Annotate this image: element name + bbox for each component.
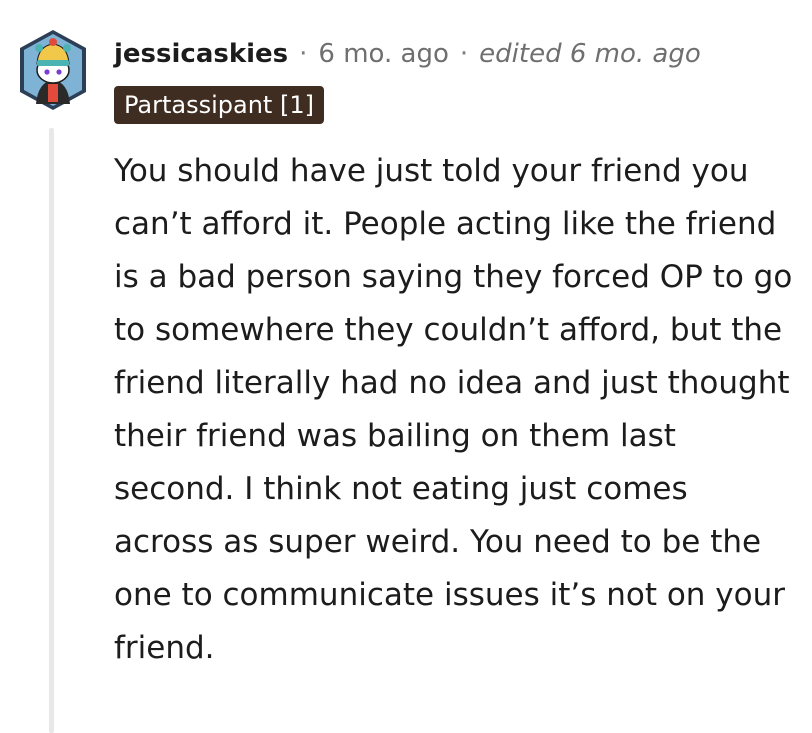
meta-separator: ·	[299, 39, 308, 69]
user-avatar-icon[interactable]	[18, 28, 88, 112]
meta-separator: ·	[459, 39, 469, 69]
edited-timestamp: edited 6 mo. ago	[479, 39, 701, 69]
comment: jessicaskies · 6 mo. ago · edited 6 mo. …	[0, 0, 812, 733]
comment-meta: jessicaskies · 6 mo. ago · edited 6 mo. …	[114, 34, 701, 74]
thread-line[interactable]	[49, 128, 54, 733]
username-link[interactable]: jessicaskies	[114, 34, 288, 74]
comment-body: You should have just told your friend yo…	[114, 153, 793, 666]
comment-timestamp[interactable]: 6 mo. ago	[318, 34, 448, 74]
user-flair: Partassipant [1]	[114, 86, 324, 124]
